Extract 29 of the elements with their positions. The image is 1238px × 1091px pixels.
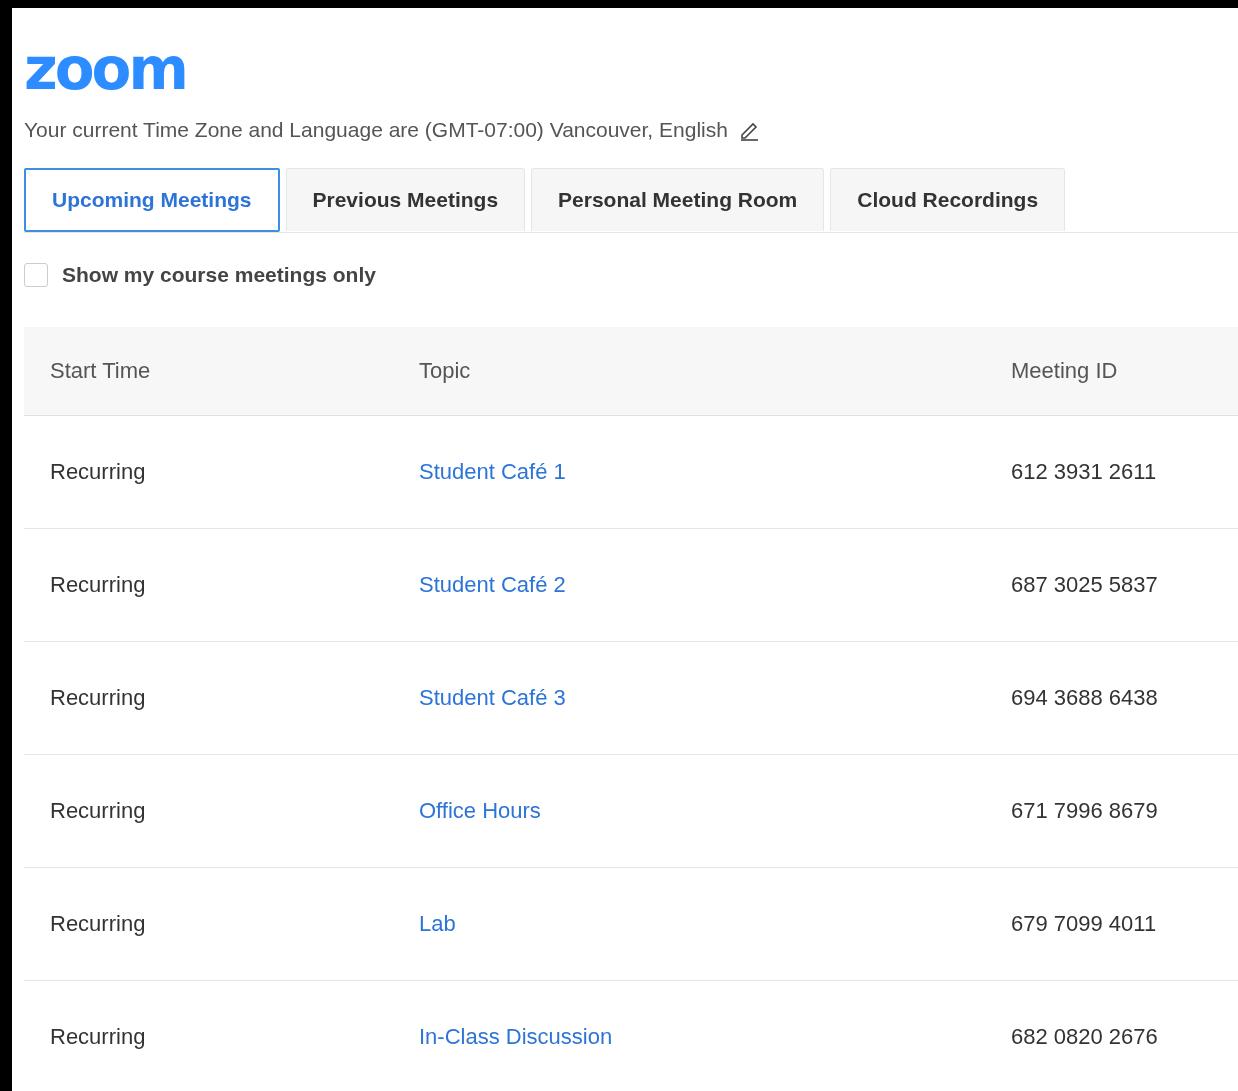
topic-link[interactable]: In-Class Discussion — [419, 1024, 613, 1049]
table-cell: 682 0820 2676 — [1010, 980, 1238, 1091]
table-cell: Recurring — [24, 980, 418, 1091]
table-cell: 687 3025 5837 — [1010, 528, 1238, 642]
table-cell: 679 7099 4011 — [1010, 867, 1238, 981]
table-cell: Recurring — [24, 415, 418, 529]
checkbox-label: Show my course meetings only — [62, 263, 376, 287]
topic-link[interactable]: Office Hours — [419, 798, 541, 823]
tab[interactable]: Upcoming Meetings — [24, 168, 280, 232]
column-header: Start Time — [24, 327, 418, 416]
zoom-logo: zoom — [24, 34, 187, 100]
tab[interactable]: Previous Meetings — [285, 168, 526, 231]
table-cell: Recurring — [24, 754, 418, 868]
table-cell: 612 3931 2611 — [1010, 415, 1238, 529]
table-cell: 671 7996 8679 — [1010, 754, 1238, 868]
table-cell: Recurring — [24, 528, 418, 642]
topic-link[interactable]: Lab — [419, 911, 456, 936]
timezone-note: Your current Time Zone and Language are (GMT-07:00) Vancouver, English — [24, 118, 728, 142]
table-cell: 694 3688 6438 — [1010, 641, 1238, 755]
column-header: Meeting ID — [1010, 327, 1238, 416]
topic-link[interactable]: Student Café 2 — [419, 572, 566, 597]
column-header: Topic — [418, 327, 1010, 416]
checkbox[interactable] — [24, 263, 48, 287]
table-cell: Recurring — [24, 641, 418, 755]
topic-link[interactable]: Student Café 3 — [419, 685, 566, 710]
topic-link[interactable]: Student Café 1 — [419, 459, 566, 484]
tab[interactable]: Cloud Recordings — [830, 168, 1066, 231]
tab[interactable]: Personal Meeting Room — [531, 168, 825, 231]
table-cell: Recurring — [24, 867, 418, 981]
